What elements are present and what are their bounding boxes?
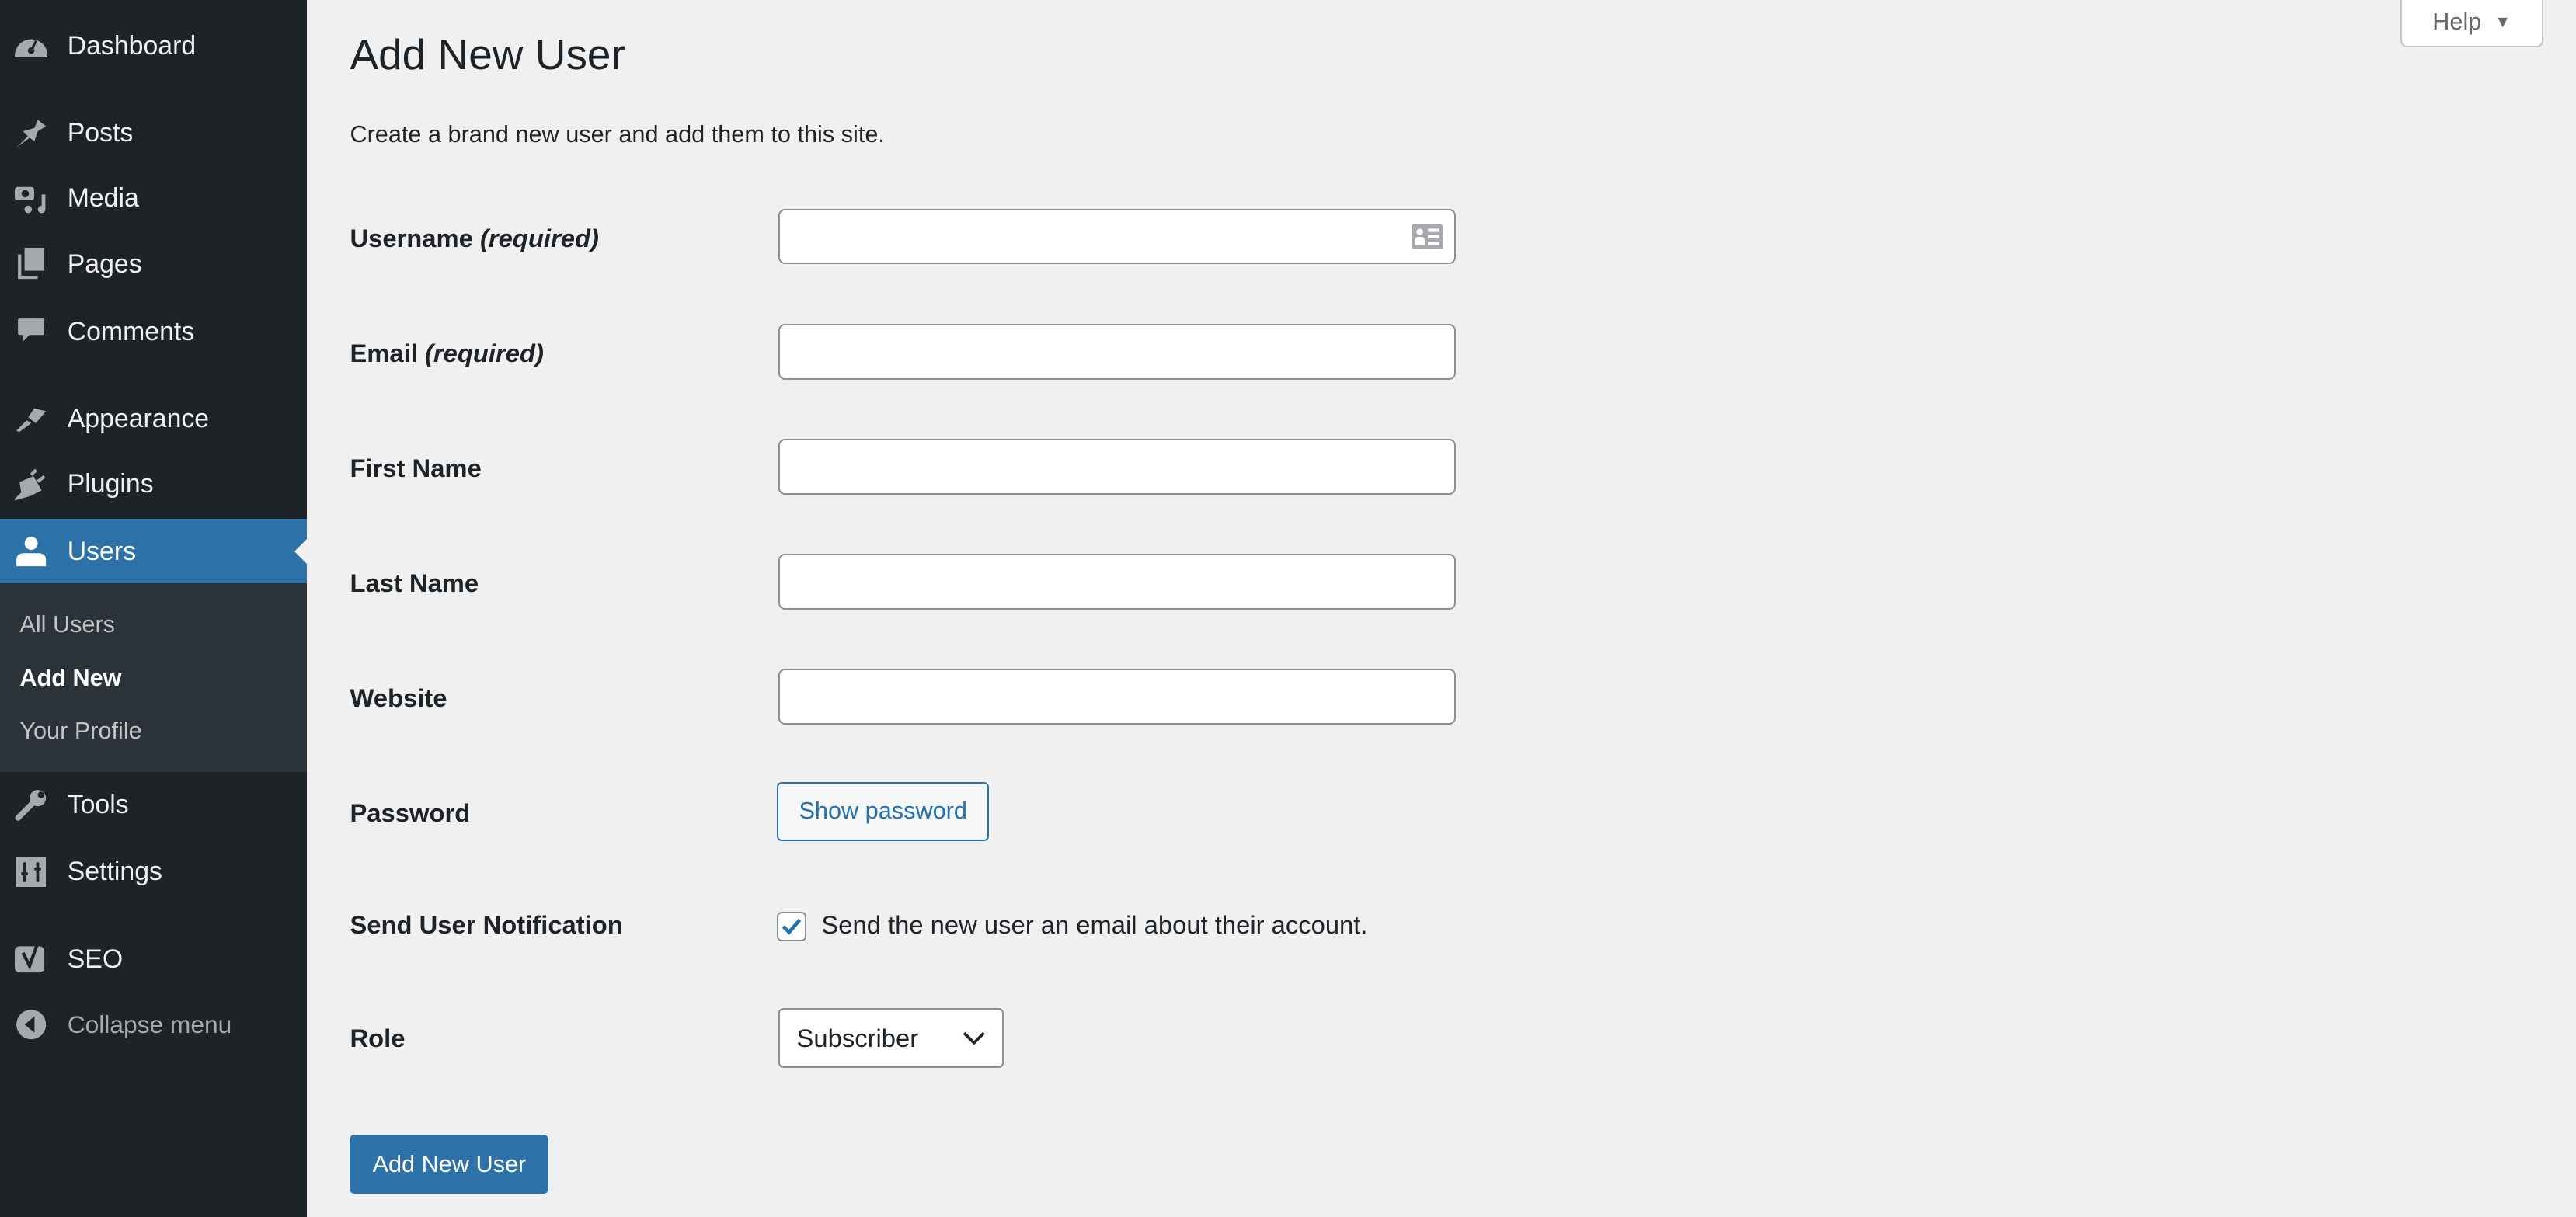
paintbrush-icon	[15, 402, 47, 435]
comment-icon	[15, 315, 47, 348]
chevron-down-icon	[963, 1031, 986, 1045]
collapse-menu-button[interactable]: Collapse menu	[0, 992, 307, 1058]
sidebar-item-pages[interactable]: Pages	[0, 231, 307, 297]
users-submenu: All Users Add New Your Profile	[0, 582, 308, 772]
page-description: Create a brand new user and add them to …	[350, 121, 885, 148]
dashboard-icon	[15, 30, 48, 62]
sidebar-item-plugins[interactable]: Plugins	[0, 452, 307, 518]
role-label: Role	[350, 1023, 406, 1052]
last-name-input[interactable]	[778, 553, 1456, 610]
submenu-add-new[interactable]: Add New	[19, 665, 121, 692]
sidebar-item-media[interactable]: Media	[0, 166, 307, 232]
notification-checkbox-label[interactable]: Send the new user an email about their a…	[821, 910, 1367, 940]
website-label: Website	[350, 683, 447, 712]
last-name-label: Last Name	[350, 568, 479, 597]
pages-icon	[15, 248, 47, 280]
triangle-down-icon: ▼	[2494, 12, 2512, 31]
password-label: Password	[350, 798, 471, 827]
email-input[interactable]	[778, 323, 1456, 380]
notification-checkbox[interactable]	[777, 911, 807, 941]
first-name-input[interactable]	[778, 438, 1456, 495]
submenu-your-profile[interactable]: Your Profile	[19, 718, 141, 745]
sidebar-item-comments[interactable]: Comments	[0, 299, 307, 365]
wrench-icon	[15, 788, 47, 821]
role-select[interactable]: Subscriber	[778, 1008, 1004, 1068]
yoast-icon	[15, 942, 47, 975]
sidebar-item-appearance[interactable]: Appearance	[0, 386, 307, 452]
submenu-all-users[interactable]: All Users	[19, 611, 115, 638]
collapse-icon	[15, 1008, 47, 1041]
user-icon	[15, 535, 47, 568]
page-title: Add New User	[350, 30, 625, 79]
first-name-label: First Name	[350, 453, 482, 482]
sidebar-item-settings[interactable]: Settings	[0, 840, 307, 906]
show-password-button[interactable]: Show password	[777, 781, 990, 841]
username-label: Username (required)	[350, 223, 599, 252]
media-icon	[15, 183, 47, 215]
username-input[interactable]	[778, 208, 1456, 265]
contact-card-icon[interactable]	[1411, 223, 1443, 257]
plugin-icon	[15, 468, 47, 501]
website-input[interactable]	[778, 668, 1456, 725]
email-label: Email (required)	[350, 338, 544, 367]
sidebar-item-posts[interactable]: Posts	[0, 100, 307, 166]
sidebar-item-tools[interactable]: Tools	[0, 772, 307, 838]
pin-icon	[15, 116, 47, 149]
sidebar-item-dashboard[interactable]: Dashboard	[0, 13, 307, 79]
help-tab-button[interactable]: Help ▼	[2400, 0, 2543, 48]
checkmark-icon	[782, 918, 802, 935]
admin-sidebar: Dashboard Posts Media Pages Comments App…	[0, 0, 308, 1217]
notification-label: Send User Notification	[350, 909, 623, 939]
add-new-user-button[interactable]: Add New User	[350, 1135, 549, 1194]
sidebar-item-seo[interactable]: SEO	[0, 927, 307, 993]
sidebar-item-users[interactable]: Users	[0, 519, 308, 585]
settings-icon	[15, 856, 47, 888]
